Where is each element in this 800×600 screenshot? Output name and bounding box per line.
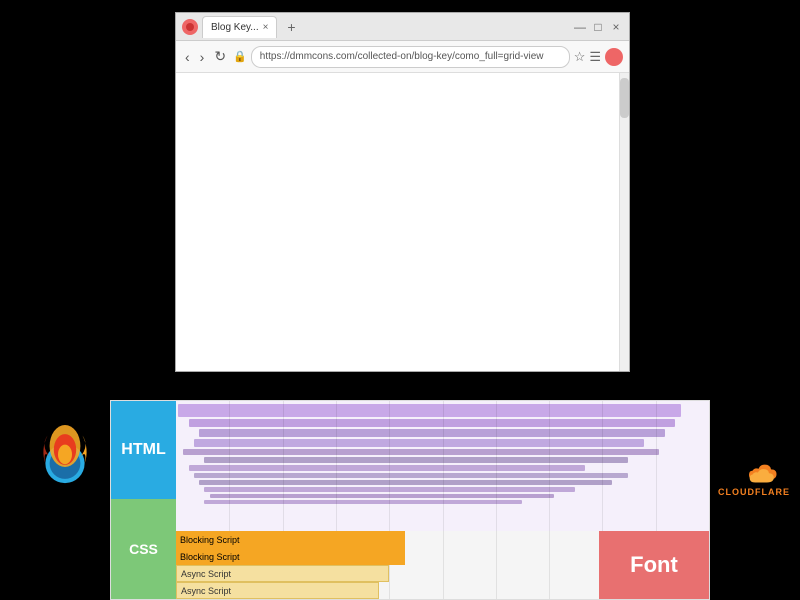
tab-close-button[interactable]: × <box>263 22 269 33</box>
css-bar-10 <box>204 487 574 492</box>
html-label: HTML <box>111 401 176 499</box>
async-script-bar-2: Async Script <box>176 582 379 599</box>
css-bar-6 <box>204 457 627 463</box>
waterfall-bars: Blocking Script Blocking Script Async Sc… <box>176 401 709 599</box>
address-bar[interactable]: https://dmmcons.com/collected-on/blog-ke… <box>251 46 570 68</box>
forward-button[interactable]: › <box>197 47 208 67</box>
browser-navbar: ‹ › ↻ 🔒 https://dmmcons.com/collected-on… <box>176 41 629 73</box>
css-bar-1 <box>178 404 681 417</box>
css-bar-8 <box>194 473 628 478</box>
blocking-script-bar-1: Blocking Script <box>176 531 405 548</box>
css-bar-11 <box>210 494 554 498</box>
font-box: Font <box>599 531 709 599</box>
blocking-script-bar-2: Blocking Script <box>176 548 405 565</box>
bookmark-icon[interactable]: ☆ <box>574 49 586 65</box>
browser-tab-active[interactable]: Blog Key... × <box>202 16 277 38</box>
browser-window: Blog Key... × + — □ × ‹ › ↻ 🔒 https://dm… <box>175 12 630 372</box>
security-lock-icon: 🔒 <box>233 50 247 63</box>
css-bar-3 <box>199 429 665 437</box>
css-bar-9 <box>199 480 612 485</box>
css-label: CSS <box>111 499 176 599</box>
cloudflare-label: CLOUDFLARE <box>718 487 790 497</box>
async-script-bar-1: Async Script <box>176 565 389 582</box>
css-bar-7 <box>189 465 586 471</box>
nav-icons-right: ☆ ☰ <box>574 48 623 66</box>
minimize-button[interactable]: — <box>573 20 587 34</box>
css-bar-12 <box>204 500 521 504</box>
css-bar-2 <box>189 419 676 427</box>
browser-titlebar: Blog Key... × + — □ × <box>176 13 629 41</box>
scrollbar-thumb[interactable] <box>620 78 629 118</box>
window-controls: — □ × <box>573 20 623 34</box>
refresh-button[interactable]: ↻ <box>211 46 229 67</box>
url-text: https://dmmcons.com/collected-on/blog-ke… <box>260 51 544 62</box>
script-font-section: Blocking Script Blocking Script Async Sc… <box>176 531 709 599</box>
back-button[interactable]: ‹ <box>182 47 193 67</box>
new-tab-button[interactable]: + <box>281 17 301 37</box>
browser-favicon <box>182 19 198 35</box>
firefox-logo <box>30 425 100 495</box>
settings-icon[interactable]: ☰ <box>589 49 601 65</box>
close-window-button[interactable]: × <box>609 20 623 34</box>
css-bar-5 <box>183 449 659 455</box>
waterfall-section: HTML CSS <box>110 400 710 600</box>
cloudflare-logo: CLOUDFLARE <box>718 460 790 497</box>
css-bar-4 <box>194 439 644 447</box>
maximize-button[interactable]: □ <box>591 20 605 34</box>
tab-title: Blog Key... <box>211 22 259 33</box>
browser-content <box>176 73 629 371</box>
avatar-icon[interactable] <box>605 48 623 66</box>
waterfall-labels: HTML CSS <box>111 401 176 599</box>
waterfall-inner: HTML CSS <box>111 401 709 599</box>
css-parallel-bars <box>176 401 709 531</box>
browser-scrollbar[interactable] <box>619 73 629 371</box>
